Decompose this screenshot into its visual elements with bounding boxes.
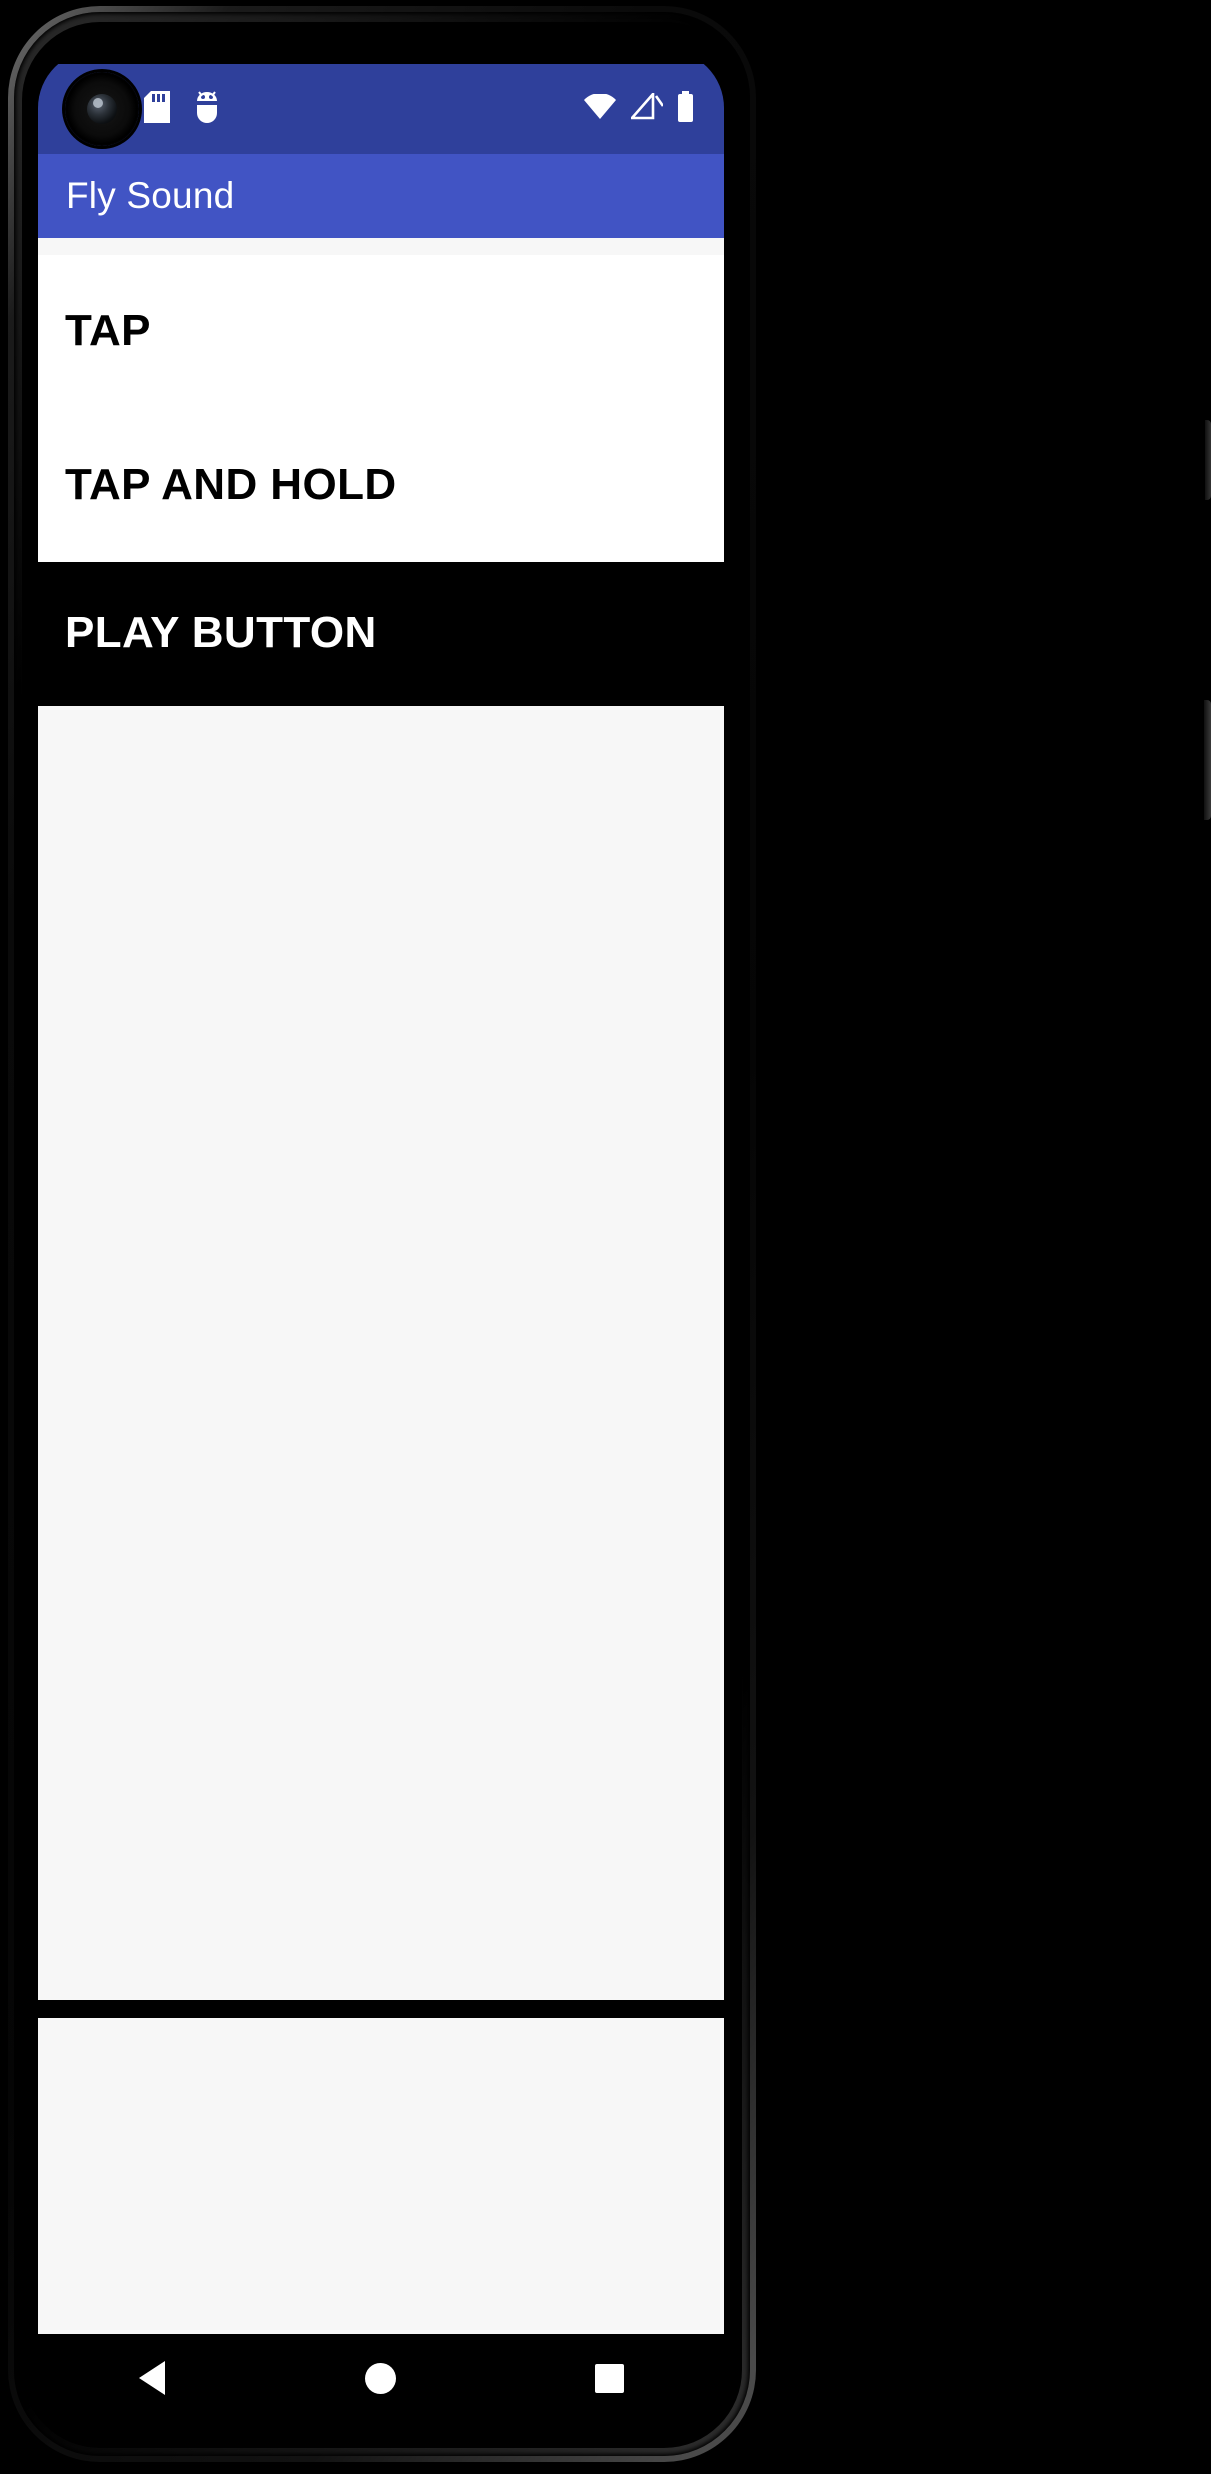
- square-icon: [595, 2363, 625, 2393]
- camera-lens: [87, 94, 117, 124]
- circle-icon: [365, 2362, 397, 2394]
- app-bar: Fly Sound: [38, 154, 724, 238]
- app-content: TAP TAP AND HOLD PLAY BUTTON: [38, 238, 724, 2334]
- nav-recents-button[interactable]: [550, 2334, 670, 2422]
- wifi-icon: [583, 92, 617, 125]
- status-bar: 26: [38, 64, 724, 154]
- system-navigation-bar: [38, 2334, 724, 2422]
- front-camera-cutout: [65, 72, 139, 146]
- nav-back-button[interactable]: [92, 2334, 212, 2422]
- content-bottom-divider: [38, 2000, 724, 2018]
- phone-screen: 26: [38, 50, 724, 2422]
- volume-button[interactable]: [1205, 420, 1211, 500]
- tap-and-hold-button[interactable]: TAP AND HOLD: [38, 407, 724, 562]
- app-title: Fly Sound: [66, 175, 235, 216]
- android-debug-icon: [192, 90, 222, 128]
- sd-card-icon: [143, 90, 170, 128]
- battery-full-icon: [677, 91, 694, 127]
- cellular-signal-off-icon: [629, 90, 665, 125]
- tap-and-hold-button-label: TAP AND HOLD: [65, 459, 397, 509]
- tap-button[interactable]: TAP: [38, 255, 724, 407]
- device-frame: 26: [0, 0, 1211, 2474]
- camera-lens-glint: [93, 98, 103, 108]
- empty-content-area: [38, 704, 724, 2002]
- play-button[interactable]: PLAY BUTTON: [38, 562, 724, 704]
- tap-button-label: TAP: [65, 306, 151, 355]
- power-button[interactable]: [1204, 700, 1211, 820]
- triangle-left-icon: [139, 2361, 166, 2395]
- nav-home-button[interactable]: [321, 2334, 441, 2422]
- status-bar-right-group: [583, 90, 694, 127]
- play-button-label: PLAY BUTTON: [65, 608, 377, 657]
